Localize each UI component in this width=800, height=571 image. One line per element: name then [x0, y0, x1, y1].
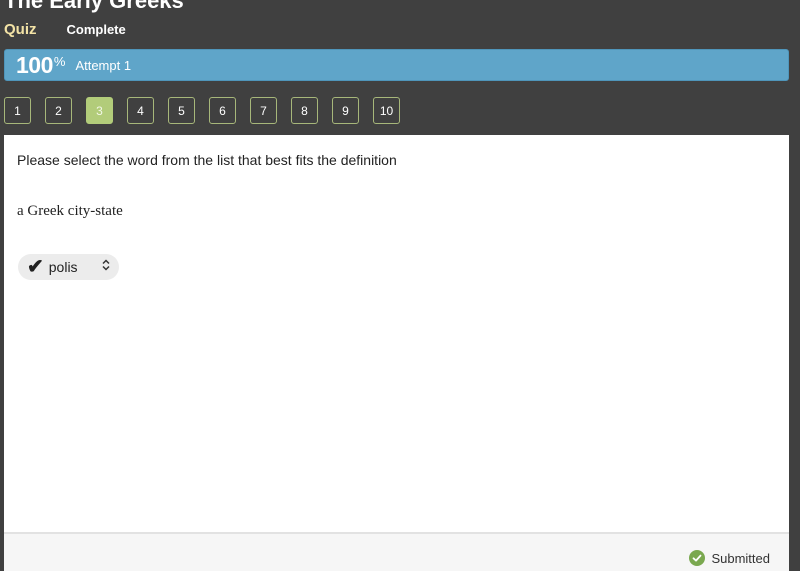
selected-answer: polis [48, 259, 78, 275]
score-bar: 100 % Attempt 1 [4, 49, 789, 81]
section-label: Quiz [4, 21, 37, 38]
sub-header: Quiz Complete [4, 21, 126, 38]
question-button-7[interactable]: 7 [250, 97, 277, 124]
question-panel: Please select the word from the list tha… [4, 135, 789, 571]
question-button-9[interactable]: 9 [332, 97, 359, 124]
question-button-2[interactable]: 2 [45, 97, 72, 124]
question-navigation: 1 2 3 4 5 6 7 8 9 10 [4, 97, 400, 124]
percent-sign: % [53, 54, 66, 69]
definition-text: a Greek city-state [17, 203, 123, 219]
question-prompt: Please select the word from the list tha… [17, 152, 397, 168]
question-button-6[interactable]: 6 [209, 97, 236, 124]
up-down-chevron-icon [101, 258, 111, 276]
question-button-5[interactable]: 5 [168, 97, 195, 124]
question-button-8[interactable]: 8 [291, 97, 318, 124]
submitted-label: Submitted [711, 550, 770, 566]
score-percent: 100 [16, 51, 53, 78]
submission-status: Submitted [689, 550, 770, 566]
answer-select[interactable]: ✔ polis [18, 254, 119, 280]
question-button-1[interactable]: 1 [4, 97, 31, 124]
attempt-label: Attempt 1 [75, 57, 132, 73]
quiz-page: The Early Greeks Quiz Complete 100 % Att… [0, 0, 800, 571]
completion-status: Complete [66, 22, 126, 37]
check-circle-icon [689, 550, 706, 566]
page-title: The Early Greeks [4, 0, 184, 13]
footer-bar: Submitted [4, 532, 789, 571]
check-icon: ✔ [27, 256, 44, 278]
question-button-10[interactable]: 10 [373, 97, 400, 124]
question-button-3[interactable]: 3 [86, 97, 113, 124]
question-button-4[interactable]: 4 [127, 97, 154, 124]
